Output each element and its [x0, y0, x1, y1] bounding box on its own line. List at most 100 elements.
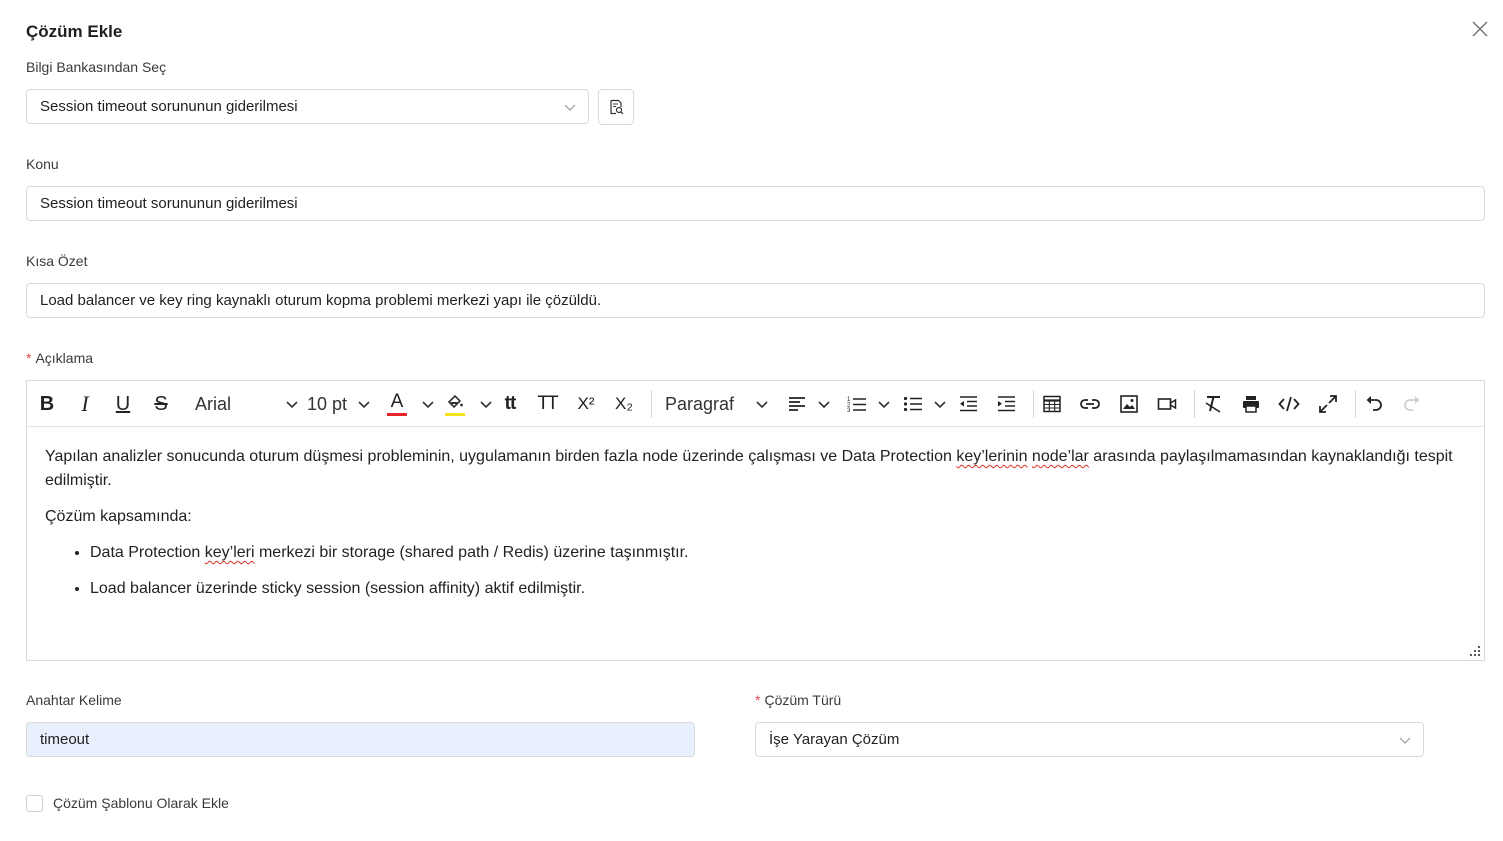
subscript-icon: X₂ — [615, 394, 633, 413]
redo-button[interactable] — [1399, 389, 1425, 419]
chevron-down-icon — [422, 401, 434, 409]
content-paragraph: Çözüm kapsamında: — [45, 508, 192, 525]
close-button[interactable] — [1468, 17, 1492, 41]
kb-select-value: Session timeout sorununun giderilmesi — [40, 98, 298, 115]
fullscreen-icon — [1319, 395, 1337, 413]
source-code-button[interactable] — [1276, 389, 1302, 419]
anahtar-value: timeout — [40, 731, 90, 748]
link-icon — [1080, 399, 1100, 409]
italic-button[interactable]: I — [73, 389, 97, 419]
format-text-button[interactable]: TT — [534, 389, 560, 419]
text-color-swatch — [387, 413, 407, 416]
ozet-label: Kısa Özet — [26, 253, 88, 269]
bullet-list-button[interactable] — [903, 389, 947, 419]
chevron-down-icon — [1399, 737, 1411, 744]
document-search-icon — [610, 99, 624, 115]
highlight-color-button[interactable] — [445, 389, 493, 419]
bullet-list-icon — [903, 396, 922, 412]
italic-icon: I — [81, 391, 89, 416]
fullscreen-button[interactable] — [1315, 389, 1341, 419]
print-button[interactable] — [1238, 389, 1264, 419]
toolbar-divider — [1355, 390, 1356, 418]
content-bullet-list: Data Protection key’leri merkezi bir sto… — [45, 541, 1455, 601]
outdent-button[interactable] — [955, 389, 981, 419]
spellcheck-word: node’lar — [1031, 448, 1089, 465]
kb-select[interactable]: Session timeout sorununun giderilmesi — [26, 89, 589, 124]
toolbar-divider — [1033, 390, 1034, 418]
undo-button[interactable] — [1361, 389, 1387, 419]
close-icon — [1472, 21, 1488, 37]
align-button[interactable] — [787, 389, 831, 419]
chevron-down-icon — [480, 401, 492, 409]
insert-link-button[interactable] — [1077, 389, 1103, 419]
align-left-icon — [789, 397, 805, 411]
superscript-icon: X² — [577, 394, 595, 413]
cozum-turu-label-text: Çözüm Türü — [764, 692, 842, 708]
insert-table-button[interactable] — [1039, 389, 1065, 419]
numbered-list-button[interactable]: 123 — [847, 389, 891, 419]
change-case-button[interactable]: tt — [497, 389, 523, 419]
video-icon — [1157, 398, 1177, 410]
chevron-down-icon — [286, 401, 298, 409]
table-icon — [1043, 395, 1061, 413]
outdent-icon — [960, 396, 977, 412]
konu-value: Session timeout sorununun giderilmesi — [40, 195, 298, 212]
code-icon — [1278, 396, 1300, 412]
required-mark: * — [755, 692, 761, 708]
strikethrough-icon: S — [154, 392, 168, 415]
numbered-list-icon: 123 — [847, 397, 866, 414]
font-size-value: 10 pt — [307, 393, 348, 414]
svg-text:3: 3 — [847, 408, 851, 414]
subscript-button[interactable]: X₂ — [611, 389, 637, 419]
text-color-icon: A — [387, 391, 407, 417]
font-family-value: Arial — [195, 393, 232, 414]
aciklama-label: * Açıklama — [26, 350, 93, 366]
template-checkbox-label[interactable]: Çözüm Şablonu Olarak Ekle — [53, 795, 229, 811]
bold-button[interactable]: B — [35, 389, 59, 419]
block-format-select[interactable]: Paragraf — [663, 389, 769, 419]
paint-bucket-icon — [445, 391, 465, 417]
underline-button[interactable]: U — [111, 389, 135, 419]
font-size-select[interactable]: 10 pt — [307, 389, 371, 419]
toolbar-divider — [651, 390, 652, 418]
indent-button[interactable] — [993, 389, 1019, 419]
anahtar-input[interactable]: timeout — [26, 722, 695, 757]
text-color-button[interactable]: A — [387, 389, 435, 419]
chevron-down-icon — [818, 401, 830, 409]
image-icon — [1120, 395, 1138, 413]
spellcheck-word: key’leri — [204, 544, 255, 561]
chevron-down-icon — [564, 104, 576, 111]
change-case-icon: tt — [504, 393, 517, 414]
ozet-input[interactable]: Load balancer ve key ring kaynaklı oturu… — [26, 283, 1485, 318]
cozum-turu-value: İşe Yarayan Çözüm — [769, 731, 900, 748]
editor-content[interactable]: Yapılan analizler sonucunda oturum düşme… — [45, 445, 1455, 613]
printer-icon — [1243, 396, 1259, 413]
clear-format-button[interactable] — [1200, 389, 1226, 419]
kb-search-button[interactable] — [598, 89, 634, 125]
editor-toolbar: B I U S Arial 10 pt A tt TT X² X₂ Paragr… — [27, 381, 1484, 427]
konu-input[interactable]: Session timeout sorununun giderilmesi — [26, 186, 1485, 221]
underline-icon: U — [115, 392, 131, 415]
strikethrough-button[interactable]: S — [149, 389, 173, 419]
insert-image-button[interactable] — [1116, 389, 1142, 419]
cozum-turu-select[interactable]: İşe Yarayan Çözüm — [755, 722, 1424, 757]
indent-icon — [998, 396, 1015, 412]
list-item: Load balancer üzerinde sticky session (s… — [90, 577, 1455, 601]
format-text-icon: TT — [537, 393, 558, 414]
undo-icon — [1366, 396, 1382, 411]
rich-text-editor: B I U S Arial 10 pt A tt TT X² X₂ Paragr… — [26, 380, 1485, 661]
font-family-select[interactable]: Arial — [189, 389, 299, 419]
clear-format-icon — [1205, 396, 1221, 413]
template-checkbox[interactable] — [26, 795, 43, 812]
kb-select-label: Bilgi Bankasından Seç — [26, 59, 167, 75]
chevron-down-icon — [358, 401, 370, 409]
anahtar-label: Anahtar Kelime — [26, 692, 122, 708]
required-mark: * — [26, 350, 32, 366]
resize-handle-icon[interactable] — [1469, 645, 1481, 657]
superscript-button[interactable]: X² — [573, 389, 599, 419]
content-paragraph: Yapılan analizler sonucunda oturum düşme… — [45, 448, 1453, 489]
toolbar-divider — [1194, 390, 1195, 418]
insert-video-button[interactable] — [1154, 389, 1180, 419]
list-item: Data Protection key’leri merkezi bir sto… — [90, 541, 1455, 565]
konu-label: Konu — [26, 156, 59, 172]
